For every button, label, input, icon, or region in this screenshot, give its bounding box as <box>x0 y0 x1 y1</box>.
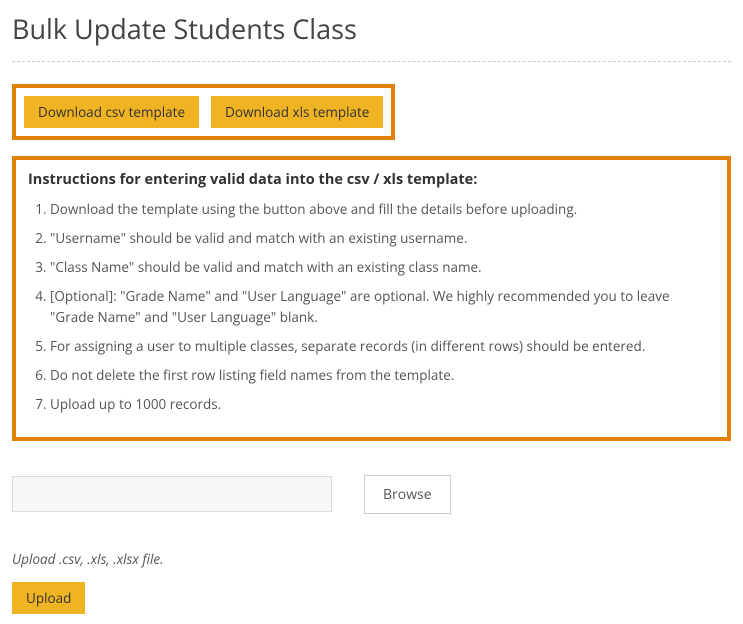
upload-button[interactable]: Upload <box>12 582 85 614</box>
list-item: "Class Name" should be valid and match w… <box>50 257 715 278</box>
download-csv-button[interactable]: Download csv template <box>24 96 199 128</box>
list-item: "Username" should be valid and match wit… <box>50 228 715 249</box>
list-item: Download the template using the button a… <box>50 199 715 220</box>
file-path-display[interactable] <box>12 476 332 512</box>
list-item: Upload up to 1000 records. <box>50 394 715 415</box>
page-title: Bulk Update Students Class <box>12 10 731 47</box>
download-xls-button[interactable]: Download xls template <box>211 96 383 128</box>
browse-button[interactable]: Browse <box>364 475 451 514</box>
title-divider <box>12 61 731 62</box>
file-upload-row: Browse <box>12 475 731 514</box>
instructions-list: Download the template using the button a… <box>28 199 715 414</box>
instructions-heading: Instructions for entering valid data int… <box>28 170 715 189</box>
list-item: For assigning a user to multiple classes… <box>50 336 715 357</box>
download-template-group: Download csv template Download xls templ… <box>12 84 395 140</box>
list-item: [Optional]: "Grade Name" and "User Langu… <box>50 286 715 328</box>
list-item: Do not delete the first row listing fiel… <box>50 365 715 386</box>
instructions-panel: Instructions for entering valid data int… <box>12 156 731 440</box>
